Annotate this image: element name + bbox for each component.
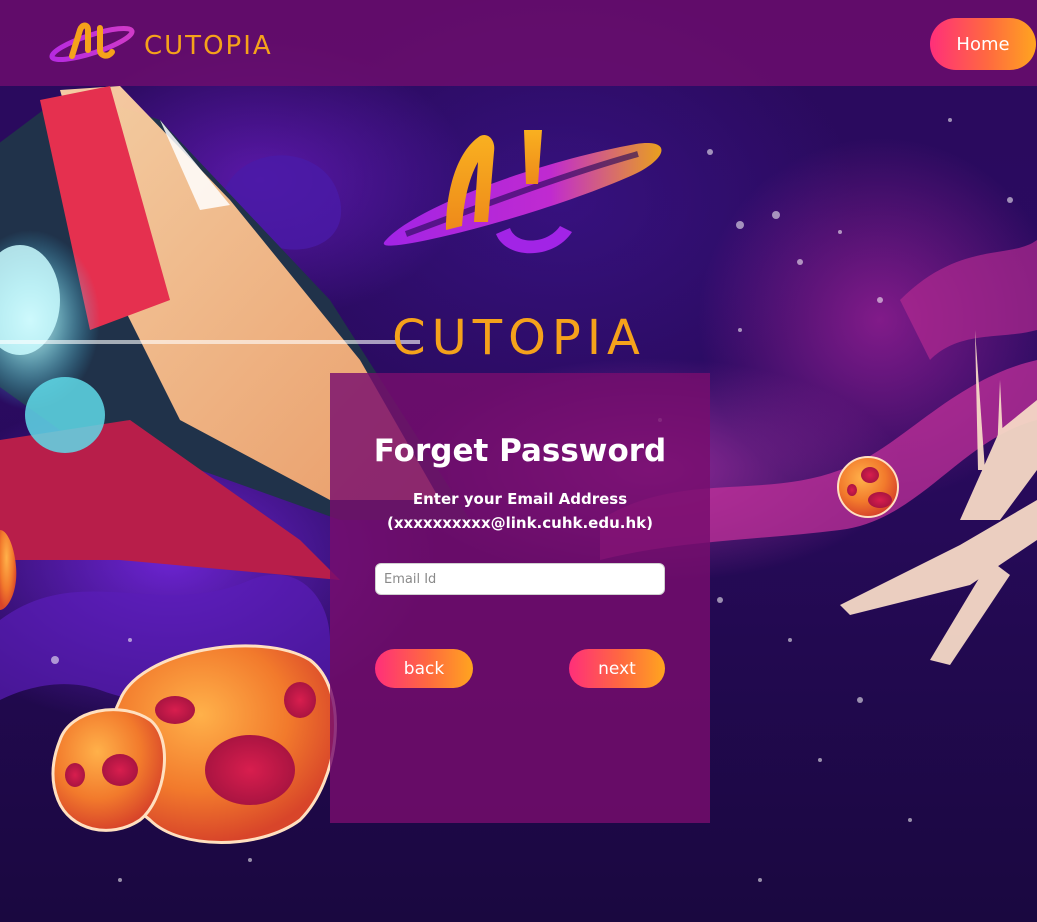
next-button[interactable]: next — [569, 649, 665, 688]
cutopia-emblem-logo — [383, 130, 662, 254]
email-format-hint: (xxxxxxxxxx@link.cuhk.edu.hk) — [387, 514, 653, 532]
cutopia-nav-logo[interactable]: CUTOPIA — [48, 16, 288, 72]
instruction-line: Enter your Email Address — [412, 490, 628, 508]
email-instructions: Enter your Email Address (xxxxxxxxxx@lin… — [330, 487, 710, 535]
top-navbar: CUTOPIA Home — [0, 0, 1037, 86]
cutopia-wordmark: CUTOPIA — [392, 310, 646, 366]
hero-logo-text: CUTOPIA — [392, 310, 646, 366]
email-input[interactable] — [375, 563, 665, 595]
home-button[interactable]: Home — [930, 18, 1036, 70]
nav-logo-text: CUTOPIA — [144, 31, 273, 61]
forget-password-card: Forget Password Enter your Email Address… — [330, 373, 710, 823]
back-button[interactable]: back — [375, 649, 473, 688]
page-title: Forget Password — [373, 433, 667, 469]
